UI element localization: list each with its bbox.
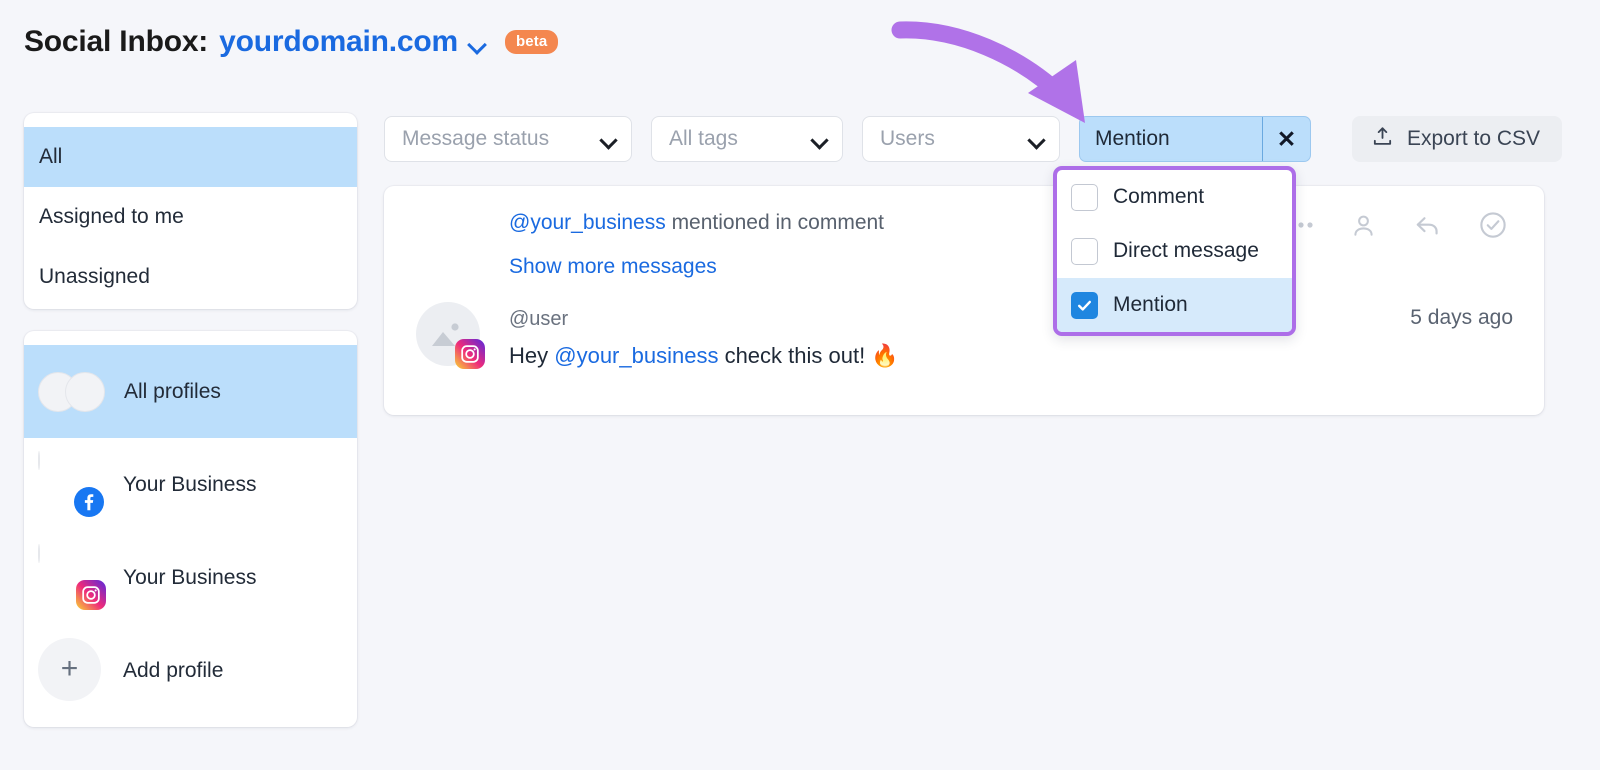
message-text: Hey @your_business check this out! 🔥 (509, 343, 899, 369)
domain-selector-label[interactable]: yourdomain.com (219, 25, 458, 59)
beta-badge: beta (505, 30, 559, 54)
message-text-after: check this out! 🔥 (718, 343, 899, 368)
profile-item-label: All profiles (124, 379, 221, 403)
add-profile-avatar: + (38, 637, 104, 704)
close-icon[interactable]: ✕ (1262, 117, 1310, 161)
dropdown-option-direct-message[interactable]: Direct message (1057, 224, 1292, 278)
profile-item-label: Your Business (123, 565, 257, 589)
sidebar-item-label: All (39, 145, 63, 168)
page-header: Social Inbox: yourdomain.com beta (24, 20, 559, 64)
chevron-down-icon[interactable] (468, 35, 486, 53)
sidebar-profiles-card: All profiles Your Business Your Business… (24, 331, 357, 727)
sidebar-item-label: Assigned to me (39, 205, 184, 228)
export-label: Export to CSV (1407, 127, 1541, 150)
plus-icon: + (38, 637, 101, 701)
image-placeholder-icon (416, 302, 485, 369)
person-icon[interactable] (1350, 212, 1377, 239)
checkbox-unchecked-icon[interactable] (1071, 237, 1098, 265)
chevron-down-icon (600, 134, 617, 145)
chevron-down-icon (811, 134, 828, 145)
avatar (38, 450, 104, 518)
facebook-icon (74, 486, 104, 517)
message-header-mention[interactable]: @your_business (509, 211, 666, 234)
checkbox-checked-icon[interactable] (1071, 291, 1098, 319)
social-inbox-page: Social Inbox: yourdomain.com beta All As… (0, 0, 1600, 770)
dropdown-option-label: Mention (1113, 293, 1188, 316)
message-actions (1288, 210, 1508, 240)
message-text-mention[interactable]: @your_business (554, 343, 718, 368)
message-header: @your_business mentioned in comment (509, 211, 884, 235)
filter-all-tags[interactable]: All tags (651, 116, 843, 162)
dropdown-option-label: Direct message (1113, 239, 1259, 262)
message-header-rest: mentioned in comment (665, 211, 885, 234)
instagram-icon (76, 579, 106, 610)
add-profile-label: Add profile (123, 658, 224, 682)
filter-label: Message status (402, 127, 550, 150)
chevron-down-icon (1028, 134, 1045, 145)
all-profiles-avatars-icon (38, 371, 105, 412)
filter-label: All tags (669, 127, 738, 150)
profile-item-label: Your Business (123, 472, 257, 496)
instagram-icon (455, 339, 485, 369)
reply-icon[interactable] (1413, 211, 1442, 240)
sidebar-filters-card: All Assigned to me Unassigned (24, 113, 357, 309)
sidebar-item-label: Unassigned (39, 265, 150, 288)
avatar (38, 543, 106, 611)
message-type-dropdown: Comment Direct message Mention (1053, 166, 1296, 336)
page-title: Social Inbox: (24, 25, 209, 58)
profile-item-facebook[interactable]: Your Business (24, 438, 357, 531)
filter-users[interactable]: Users (862, 116, 1060, 162)
filter-message-type-chip[interactable]: Mention ✕ (1079, 116, 1311, 162)
sidebar-item-assigned-to-me[interactable]: Assigned to me (24, 187, 357, 247)
add-profile-button[interactable]: + Add profile (24, 624, 357, 717)
dropdown-option-mention[interactable]: Mention (1057, 278, 1292, 332)
chip-label: Mention (1095, 127, 1170, 150)
message-card: @your_business mentioned in comment Show… (384, 186, 1544, 415)
checkbox-unchecked-icon[interactable] (1071, 183, 1098, 211)
filter-toolbar: Message status All tags Users Mention ✕ (384, 116, 1311, 162)
profile-item-instagram[interactable]: Your Business (24, 531, 357, 624)
message-username: @user (509, 308, 569, 330)
message-timestamp: 5 days ago (1410, 306, 1513, 329)
export-to-csv-button[interactable]: Export to CSV (1352, 116, 1563, 162)
upload-icon (1371, 125, 1394, 153)
message-text-before: Hey (509, 343, 555, 368)
message-avatar (416, 302, 485, 369)
curved-arrow-icon (880, 8, 1110, 133)
sidebar-item-unassigned[interactable]: Unassigned (24, 247, 357, 307)
check-circle-icon[interactable] (1478, 210, 1508, 240)
filter-message-status[interactable]: Message status (384, 116, 632, 162)
dropdown-option-label: Comment (1113, 185, 1205, 208)
sidebar-item-all[interactable]: All (24, 127, 357, 187)
show-more-messages-link[interactable]: Show more messages (509, 255, 717, 279)
profile-item-all-profiles[interactable]: All profiles (24, 345, 357, 438)
dropdown-option-comment[interactable]: Comment (1057, 170, 1292, 224)
filter-label: Users (880, 127, 935, 150)
